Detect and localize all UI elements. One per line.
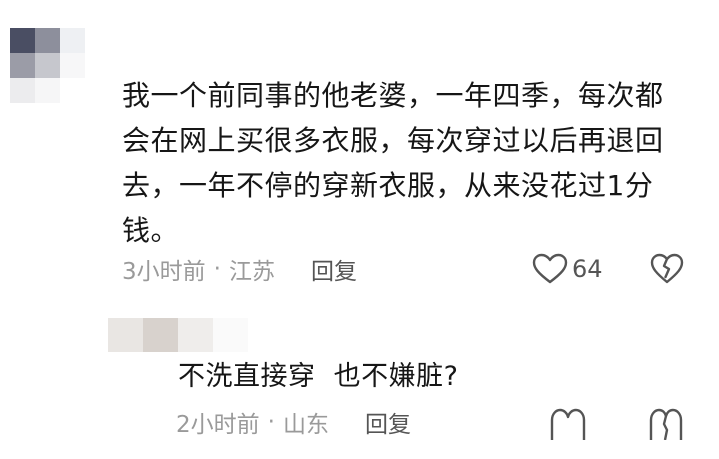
- avatar[interactable]: [108, 318, 248, 352]
- comment-location: 山东: [282, 412, 329, 438]
- avatar[interactable]: [10, 28, 110, 103]
- reply-button[interactable]: 回复: [365, 405, 411, 439]
- broken-heart-icon[interactable]: [648, 406, 684, 440]
- comment-meta: 3小时前 · 江苏 回复: [122, 253, 357, 285]
- comment-location: 江苏: [228, 259, 275, 285]
- comment-time: 3小时前: [122, 259, 206, 285]
- heart-outline-icon[interactable]: [548, 406, 588, 440]
- meta-separator: ·: [267, 409, 275, 435]
- meta-separator: ·: [213, 256, 221, 282]
- like-count[interactable]: 64: [572, 253, 603, 285]
- heart-outline-icon[interactable]: [532, 253, 568, 285]
- comment-time: 2小时前: [176, 412, 260, 438]
- comment-text: 我一个前同事的他老婆，一年四季，每次都会在网上买很多衣服，每次穿过以后再退回去，…: [122, 79, 664, 247]
- comment-thread: 我一个前同事的他老婆，一年四季，每次都会在网上买很多衣服，每次穿过以后再退回去，…: [0, 0, 719, 459]
- reply-button[interactable]: 回复: [311, 252, 357, 286]
- comment-meta: 2小时前 · 山东 回复: [176, 406, 411, 438]
- comment-text: 不洗直接穿 也不嫌脏?: [178, 361, 459, 392]
- broken-heart-icon[interactable]: [650, 253, 684, 285]
